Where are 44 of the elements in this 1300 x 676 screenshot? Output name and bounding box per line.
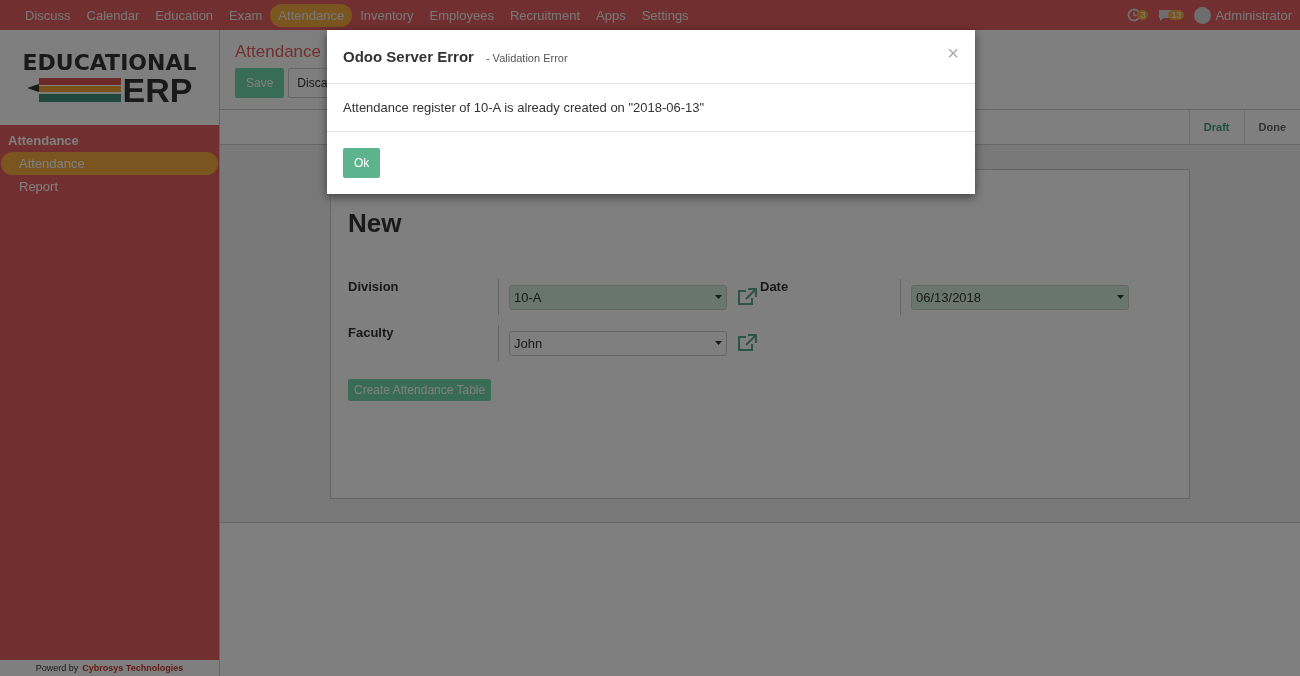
clock-icon[interactable] xyxy=(1127,8,1142,22)
field-label: Faculty xyxy=(348,325,499,361)
caret-icon xyxy=(715,295,722,299)
menu-item[interactable]: Education xyxy=(147,3,222,27)
menu-item[interactable]: Inventory xyxy=(352,3,422,27)
close-button[interactable]: × xyxy=(947,42,959,65)
footer-text: Powerd by xyxy=(35,663,79,673)
status-step[interactable]: Done xyxy=(1243,110,1300,144)
breadcrumb[interactable]: Attendance xyxy=(235,42,323,62)
form-title: New xyxy=(348,208,403,239)
field-label: Date xyxy=(760,279,901,315)
date-field[interactable]: 06/13/2018 xyxy=(911,284,1129,310)
save-button[interactable]: Save xyxy=(235,68,285,98)
error-message: Attendance register of 10-A is already created on "2018-06-13" xyxy=(327,84,975,132)
dialog-subtitle: - Validation Error xyxy=(485,52,568,64)
menu-item[interactable]: Attendance xyxy=(270,3,353,27)
menu-item[interactable]: Employees xyxy=(421,3,502,27)
external-link-icon[interactable] xyxy=(737,334,757,352)
sidebar-item[interactable]: Report xyxy=(1,175,218,198)
menu-item[interactable]: Settings xyxy=(633,3,697,27)
menu-item[interactable]: Exam xyxy=(221,3,271,27)
user-name[interactable]: Administrator xyxy=(1215,7,1292,23)
sidebar-section-title: Attendance xyxy=(7,132,80,150)
avatar[interactable] xyxy=(1194,6,1212,24)
caret-icon xyxy=(715,341,722,345)
ok-button[interactable]: Ok xyxy=(343,148,381,178)
message-count-badge: 13 xyxy=(1168,10,1185,20)
sidebar-item[interactable]: Attendance xyxy=(1,152,218,175)
status-step[interactable]: Draft xyxy=(1188,110,1244,144)
select-field[interactable]: John xyxy=(509,330,727,356)
menu-item[interactable]: Discuss xyxy=(17,3,79,27)
menu-item[interactable]: Recruitment xyxy=(501,3,588,27)
external-link-icon[interactable] xyxy=(737,288,757,306)
caret-icon xyxy=(1117,295,1124,299)
menu-item[interactable]: Calendar xyxy=(78,3,148,27)
logo-text: ERP xyxy=(122,75,193,105)
create-attendance-table-button[interactable]: Create Attendance Table xyxy=(348,379,492,401)
activity-count-badge: 3 xyxy=(1137,10,1149,20)
dialog-title: Odoo Server Error xyxy=(343,48,474,65)
footer-link[interactable]: Cybrosys Technologies xyxy=(82,663,184,673)
menu-item[interactable]: Apps xyxy=(588,3,634,27)
field-label: Division xyxy=(348,279,499,315)
logo-text: EDUCATIONAL xyxy=(22,50,197,75)
select-field[interactable]: 10-A xyxy=(509,284,727,310)
